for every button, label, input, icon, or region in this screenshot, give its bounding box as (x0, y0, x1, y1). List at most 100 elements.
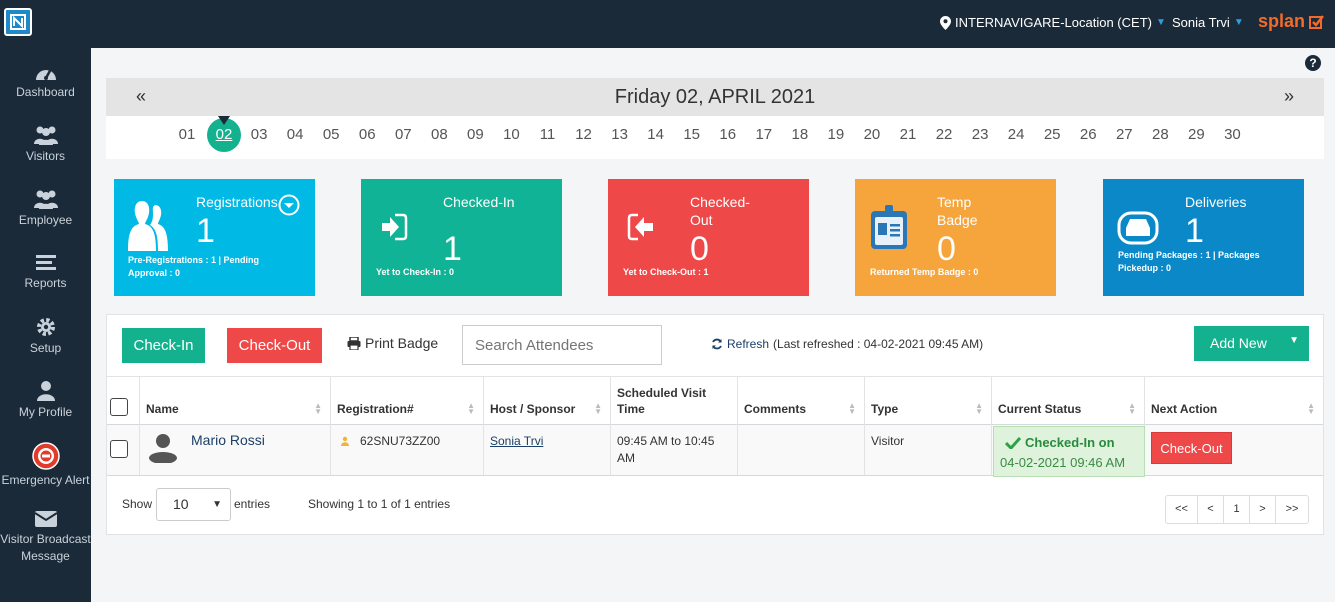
select-all-checkbox[interactable] (110, 398, 128, 416)
add-new-button[interactable]: Add New ▼ (1194, 326, 1309, 361)
day-21[interactable]: 21 (893, 126, 923, 143)
deliveries-card[interactable]: Deliveries 1 Pending Packages : 1 | Pack… (1103, 179, 1304, 296)
chevron-down-icon: ▼ (212, 499, 222, 510)
day-28[interactable]: 28 (1145, 126, 1175, 143)
registrations-card[interactable]: Registrations 1 Pre-Registrations : 1 | … (114, 179, 315, 296)
day-12[interactable]: 12 (569, 126, 599, 143)
user-small-icon (341, 436, 349, 446)
search-attendees-input[interactable] (462, 325, 662, 365)
day-01[interactable]: 01 (172, 126, 202, 143)
page-1-button[interactable]: 1 (1224, 496, 1250, 523)
alarm-icon (31, 442, 60, 470)
refresh-link[interactable]: Refresh (727, 337, 769, 351)
row-checkbox[interactable] (110, 440, 128, 458)
day-15[interactable]: 15 (677, 126, 707, 143)
temp-badge-card[interactable]: Temp Badge 0 Returned Temp Badge : 0 (855, 179, 1056, 296)
prev-page-button[interactable]: < (1198, 496, 1224, 523)
printer-icon (347, 336, 361, 350)
day-08[interactable]: 08 (424, 126, 454, 143)
day-29[interactable]: 29 (1181, 126, 1211, 143)
refresh-icon[interactable] (711, 338, 723, 350)
day-18[interactable]: 18 (785, 126, 815, 143)
column-label: Next Action (1151, 402, 1218, 416)
brand-logo: splan (1258, 11, 1325, 32)
user-menu[interactable]: Sonia Trvi ▼ (1172, 15, 1244, 30)
day-14[interactable]: 14 (641, 126, 671, 143)
sidebar-item-label: Emergency Alert (1, 473, 90, 487)
day-26[interactable]: 26 (1073, 126, 1103, 143)
day-20[interactable]: 20 (857, 126, 887, 143)
app-logo-icon[interactable] (4, 8, 32, 36)
column-header-next-action[interactable]: Next Action ▲ ▼ (1145, 377, 1323, 425)
day-30[interactable]: 30 (1217, 126, 1247, 143)
next-month-button[interactable]: » (1284, 86, 1294, 107)
day-07[interactable]: 07 (388, 126, 418, 143)
column-label: Name (146, 402, 179, 416)
next-page-button[interactable]: > (1250, 496, 1276, 523)
column-header-comments[interactable]: Comments ▲ ▼ (738, 377, 865, 425)
sidebar-item-employee[interactable]: Employee (0, 188, 91, 227)
day-10[interactable]: 10 (496, 126, 526, 143)
day-24[interactable]: 24 (1001, 126, 1031, 143)
sort-icon: ▲ ▼ (1307, 401, 1315, 416)
sidebar-item-dashboard[interactable]: Dashboard (0, 62, 91, 99)
column-header-current-status[interactable]: Current Status ▲ ▼ (992, 377, 1145, 425)
sidebar-item-visitors[interactable]: Visitors (0, 124, 91, 163)
day-04[interactable]: 04 (280, 126, 310, 143)
sidebar: Dashboard Visitors Employee Reports Setu… (0, 48, 91, 602)
column-header-host[interactable]: Host / Sponsor ▲ ▼ (484, 377, 611, 425)
day-13[interactable]: 13 (605, 126, 635, 143)
card-subtitle: Pre-Registrations : 1 | Pending Approval… (128, 255, 260, 278)
column-label: Comments (744, 402, 807, 416)
row-checkout-button[interactable]: Check-Out (1151, 432, 1232, 464)
sidebar-item-setup[interactable]: Setup (0, 316, 91, 355)
column-label: Host / Sponsor (490, 402, 576, 416)
print-badge-button[interactable]: Print Badge (347, 335, 438, 351)
checkin-button[interactable]: Check-In (122, 328, 205, 363)
day-03[interactable]: 03 (244, 126, 274, 143)
chevron-circle-down-icon[interactable] (278, 194, 300, 216)
day-05[interactable]: 05 (316, 126, 346, 143)
checkout-button[interactable]: Check-Out (227, 328, 322, 363)
host-cell: Sonia Trvi (484, 425, 611, 475)
sidebar-item-reports[interactable]: Reports (0, 253, 91, 290)
day-23[interactable]: 23 (965, 126, 995, 143)
location-selector[interactable]: INTERNAVIGARE-Location (CET) ▼ (940, 15, 1166, 30)
day-19[interactable]: 19 (821, 126, 851, 143)
day-16[interactable]: 16 (713, 126, 743, 143)
day-06[interactable]: 06 (352, 126, 382, 143)
current-date-title: Friday 02, APRIL 2021 (614, 86, 816, 108)
host-link[interactable]: Sonia Trvi (490, 434, 543, 448)
check-icon (1005, 436, 1021, 449)
first-page-button[interactable]: << (1166, 496, 1198, 523)
column-header-scheduled-time[interactable]: Scheduled Visit Time (611, 377, 738, 425)
last-page-button[interactable]: >> (1276, 496, 1308, 523)
day-09[interactable]: 09 (460, 126, 490, 143)
selected-day-pointer-icon (218, 116, 230, 125)
sidebar-item-visitor-broadcast[interactable]: Visitor Broadcast Message (0, 510, 91, 565)
day-22[interactable]: 22 (929, 126, 959, 143)
column-header-type[interactable]: Type ▲ ▼ (865, 377, 992, 425)
help-icon[interactable]: ? (1305, 55, 1321, 71)
sidebar-item-my-profile[interactable]: My Profile (0, 380, 91, 419)
status-time: 04-02-2021 09:46 AM (1000, 455, 1126, 470)
checked-out-card[interactable]: Checked-Out 0 Yet to Check-Out : 1 (608, 179, 809, 296)
day-11[interactable]: 11 (533, 126, 563, 143)
column-header-registration[interactable]: Registration# ▲ ▼ (331, 377, 484, 425)
sidebar-item-emergency-alert[interactable]: Emergency Alert (0, 442, 91, 487)
card-count: 1 (443, 230, 462, 268)
sort-icon: ▲ ▼ (314, 401, 322, 416)
visitor-name[interactable]: Mario Rossi (191, 432, 265, 448)
entries-label: entries (234, 497, 271, 511)
scheduled-time: 09:45 AM to 10:45 AM (617, 434, 715, 465)
registrations-people-icon (128, 201, 168, 251)
chevron-down-icon[interactable]: ▼ (1289, 335, 1299, 346)
day-25[interactable]: 25 (1037, 126, 1067, 143)
entries-per-page-select[interactable]: 10 ▼ (156, 488, 231, 521)
dashboard-icon (35, 68, 56, 80)
day-27[interactable]: 27 (1109, 126, 1139, 143)
checked-in-card[interactable]: Checked-In 1 Yet to Check-In : 0 (361, 179, 562, 296)
column-header-name[interactable]: Name ▲ ▼ (140, 377, 331, 425)
gear-icon (36, 318, 55, 336)
day-17[interactable]: 17 (749, 126, 779, 143)
